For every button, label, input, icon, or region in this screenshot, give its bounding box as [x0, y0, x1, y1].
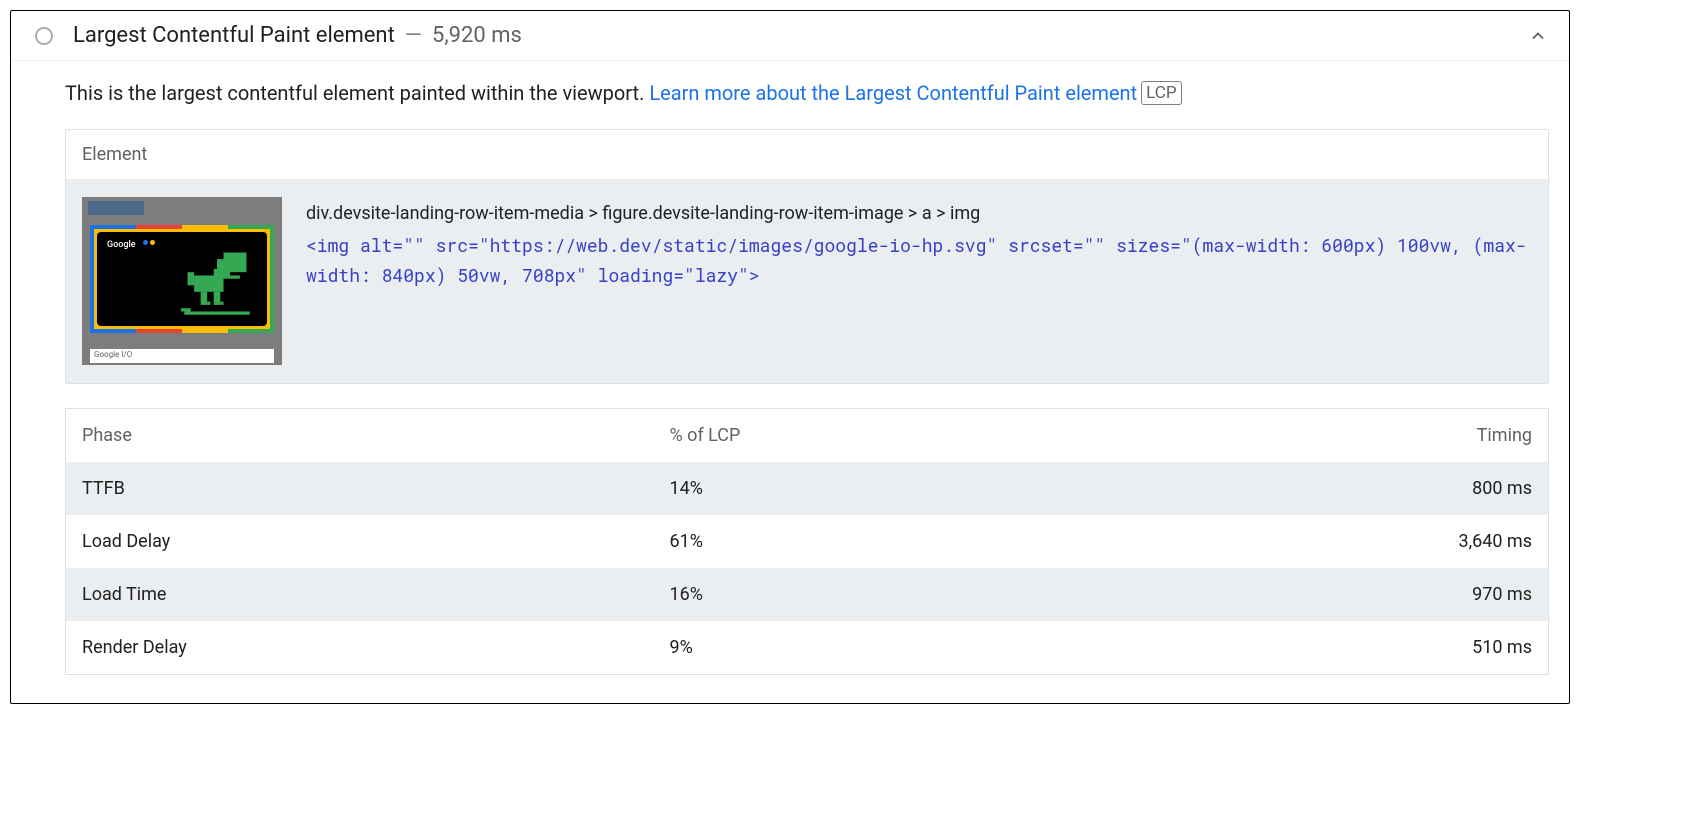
thumb-caption: Google I/O	[90, 349, 274, 363]
element-selector: div.devsite-landing-row-item-media > fig…	[306, 199, 1532, 230]
audit-description: This is the largest contentful element p…	[65, 81, 1549, 105]
element-card: Element Google	[65, 129, 1549, 384]
phase-timing: 510 ms	[1094, 621, 1548, 675]
col-timing: Timing	[1094, 409, 1548, 463]
phase-name: TTFB	[66, 462, 654, 515]
phase-timing: 800 ms	[1094, 462, 1548, 515]
phase-name: Load Delay	[66, 515, 654, 568]
phase-name: Render Delay	[66, 621, 654, 675]
audit-header[interactable]: Largest Contentful Paint element — 5,920…	[11, 11, 1569, 61]
element-card-header: Element	[66, 130, 1548, 179]
phase-timing: 3,640 ms	[1094, 515, 1548, 568]
phase-pct: 16%	[654, 568, 1095, 621]
table-row: Load Delay 61% 3,640 ms	[66, 515, 1549, 568]
phases-table: Phase % of LCP Timing TTFB 14% 800 ms Lo…	[65, 408, 1549, 675]
lcp-badge: LCP	[1141, 81, 1181, 105]
phase-pct: 61%	[654, 515, 1095, 568]
phase-name: Load Time	[66, 568, 654, 621]
dino-icon	[181, 246, 253, 318]
table-row: Render Delay 9% 510 ms	[66, 621, 1549, 675]
lcp-audit-panel: Largest Contentful Paint element — 5,920…	[10, 10, 1570, 704]
audit-timing-value: 5,920 ms	[432, 23, 522, 48]
table-row: Load Time 16% 970 ms	[66, 568, 1549, 621]
io-dots-icon	[143, 240, 155, 245]
phases-header-row: Phase % of LCP Timing	[66, 409, 1549, 463]
thumb-logo-text: Google	[107, 240, 136, 250]
element-html-snippet: <img alt="" src="https://web.dev/static/…	[306, 230, 1532, 291]
phase-timing: 970 ms	[1094, 568, 1548, 621]
element-thumbnail: Google	[82, 197, 282, 365]
table-row: TTFB 14% 800 ms	[66, 462, 1549, 515]
element-text-block: div.devsite-landing-row-item-media > fig…	[306, 197, 1532, 291]
element-row: Google	[66, 179, 1548, 383]
chevron-up-icon[interactable]	[1527, 25, 1549, 47]
status-circle-icon	[35, 27, 53, 45]
audit-separator: —	[405, 23, 422, 48]
phase-pct: 9%	[654, 621, 1095, 675]
description-text: This is the largest contentful element p…	[65, 81, 649, 105]
audit-body: This is the largest contentful element p…	[11, 61, 1569, 703]
learn-more-link[interactable]: Learn more about the Largest Contentful …	[649, 81, 1137, 105]
col-phase: Phase	[66, 409, 654, 463]
audit-title: Largest Contentful Paint element	[73, 23, 395, 48]
col-pct: % of LCP	[654, 409, 1095, 463]
phase-pct: 14%	[654, 462, 1095, 515]
